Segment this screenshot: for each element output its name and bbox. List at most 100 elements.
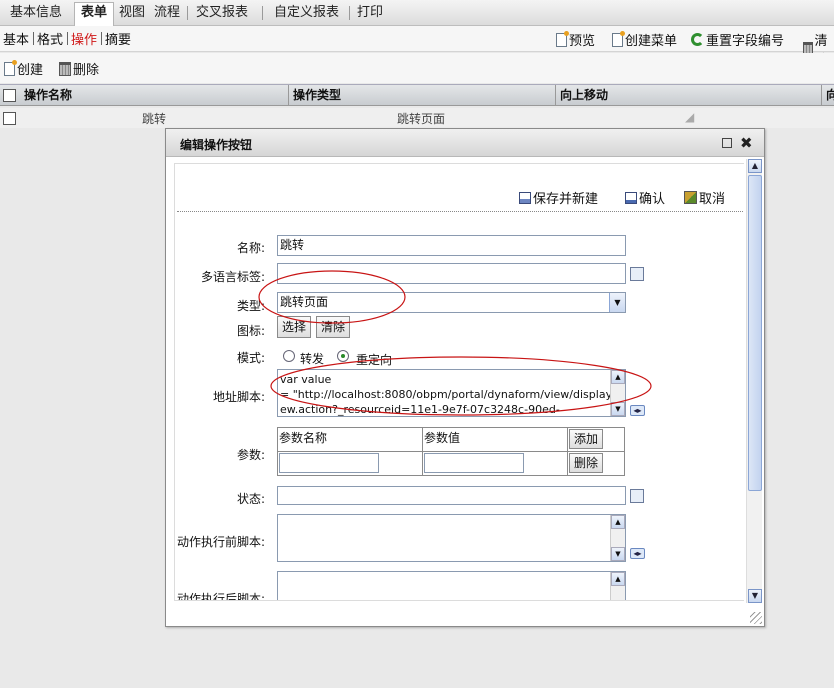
scroll-up-icon[interactable]: ▲ (611, 370, 625, 384)
delete-button[interactable]: 删除 (59, 59, 99, 78)
save-and-new-label: 保存并新建 (533, 192, 599, 207)
tab-flow[interactable]: 流程 (148, 3, 186, 25)
edit-icon[interactable] (630, 489, 644, 503)
subtab-summary[interactable]: 摘要 (105, 29, 131, 48)
textarea-scrollbar[interactable]: ▲ ▼ (610, 515, 625, 561)
edit-operation-dialog: 编辑操作按钮 ✖ 保存并新建 确认 取消 名称: 跳转 多语言标签: 类型: 跳… (165, 128, 765, 627)
icon-select-button[interactable]: 选择 (277, 316, 312, 338)
col-move-up[interactable]: 向上移动 (556, 85, 822, 106)
name-label: 名称: (236, 241, 265, 255)
cancel-button[interactable]: 取消 (684, 188, 725, 207)
subtab-divider (33, 32, 34, 45)
before-script-label: 动作执行前脚本: (176, 535, 265, 549)
after-script-label: 动作执行后脚本: (176, 592, 265, 601)
url-script-line: ew.action?_resourceid=11e1-9e7f-07c3248c… (280, 403, 560, 416)
mode-redirect-label: 重定向 (356, 353, 393, 367)
tab-view[interactable]: 视图 (113, 3, 151, 25)
subtab-divider (101, 32, 102, 45)
subtab-divider (67, 32, 68, 45)
url-script-line: var value (280, 373, 332, 386)
scroll-up-icon[interactable]: ▲ (748, 159, 762, 173)
params-table: 参数名称 参数值 添加 删除 (277, 427, 625, 476)
textarea-scrollbar[interactable]: ▲ (610, 572, 625, 600)
param-value-input[interactable] (424, 453, 524, 473)
col-operation-name[interactable]: 操作名称 (20, 85, 289, 106)
tab-divider (262, 6, 263, 20)
url-script-line: = "http://localhost:8080/obpm/portal/dyn… (280, 388, 623, 401)
params-label: 参数: (236, 448, 265, 462)
param-name-input[interactable] (279, 453, 379, 473)
scroll-up-icon[interactable]: ▲ (611, 572, 625, 586)
scroll-down-icon[interactable]: ▼ (748, 589, 762, 603)
row-checkbox[interactable] (3, 112, 16, 125)
param-add-cell: 添加 (567, 427, 625, 452)
confirm-button[interactable]: 确认 (625, 188, 665, 207)
url-script-textarea[interactable]: var value = "http://localhost:8080/obpm/… (277, 369, 626, 417)
dialog-titlebar[interactable]: 编辑操作按钮 ✖ (166, 129, 764, 157)
param-name-cell (277, 451, 423, 476)
type-select[interactable]: 跳转页面 ▼ (277, 292, 626, 313)
row-operation-name: 跳转 (142, 112, 167, 126)
popout-icon[interactable] (722, 138, 732, 148)
textarea-scrollbar[interactable]: ▲ ▼ (610, 370, 625, 416)
preview-button[interactable]: 预览 (556, 30, 595, 49)
mode-label: 模式: (236, 351, 265, 365)
create-menu-icon (612, 30, 625, 47)
col-operation-type[interactable]: 操作类型 (289, 85, 556, 106)
table-row[interactable]: 跳转 跳转页面 ◢ (0, 108, 834, 128)
expand-editor-icon[interactable]: ◂▸ (630, 548, 645, 559)
tab-custom-report[interactable]: 自定义报表 (268, 3, 345, 25)
param-delete-cell: 删除 (567, 451, 625, 476)
create-menu-button[interactable]: 创建菜单 (612, 30, 677, 49)
mode-redirect-radio[interactable] (337, 350, 349, 362)
tab-print[interactable]: 打印 (351, 3, 389, 25)
sub-tab-bar: 基本 格式 操作 摘要 预览 创建菜单 重置字段编号 清除 (0, 26, 834, 68)
delete-param-button[interactable]: 删除 (569, 453, 604, 473)
confirm-label: 确认 (639, 192, 666, 207)
reset-field-no-label: 重置字段编号 (706, 34, 785, 49)
move-up-icon[interactable]: ◢ (685, 110, 694, 124)
param-name-header: 参数名称 (277, 427, 423, 452)
name-field[interactable]: 跳转 (277, 235, 626, 256)
col-next[interactable]: 向 (822, 85, 834, 106)
tab-divider (349, 6, 350, 20)
tab-cross-report[interactable]: 交叉报表 (190, 3, 254, 25)
save-and-new-button[interactable]: 保存并新建 (519, 188, 598, 207)
subtab-operation[interactable]: 操作 (71, 29, 97, 48)
trash-icon (59, 61, 71, 76)
tab-basic-info[interactable]: 基本信息 (4, 3, 68, 25)
edit-icon[interactable] (630, 267, 644, 281)
dialog-scrollbar[interactable]: ▲ ▼ (746, 159, 762, 603)
new-document-icon (4, 59, 17, 76)
select-all-checkbox[interactable] (3, 89, 16, 102)
expand-editor-icon[interactable]: ◂▸ (630, 405, 645, 416)
chevron-down-icon: ▼ (609, 293, 625, 312)
i18n-field[interactable] (277, 263, 626, 284)
create-button[interactable]: 创建 (4, 59, 43, 78)
divider (177, 211, 743, 212)
preview-label: 预览 (569, 34, 596, 49)
mode-forward-radio[interactable] (283, 350, 295, 362)
icon-clear-button[interactable]: 清除 (316, 316, 351, 338)
resize-grip-icon[interactable] (750, 612, 762, 624)
reset-field-no-button[interactable]: 重置字段编号 (691, 30, 784, 49)
scrollbar-thumb[interactable] (748, 175, 762, 491)
create-label: 创建 (17, 63, 44, 78)
subtab-basic[interactable]: 基本 (3, 29, 29, 48)
before-script-textarea[interactable]: ▲ ▼ (277, 514, 626, 562)
dialog-body: 保存并新建 确认 取消 名称: 跳转 多语言标签: 类型: 跳转页面 ▼ 图标:… (174, 163, 744, 601)
add-param-button[interactable]: 添加 (569, 429, 604, 449)
tab-form[interactable]: 表单 (74, 2, 115, 27)
state-field[interactable] (277, 486, 626, 505)
subtab-format[interactable]: 格式 (37, 29, 63, 48)
close-icon[interactable]: ✖ (740, 134, 753, 152)
confirm-icon (625, 191, 637, 204)
grid-toolbar: 创建 删除 (0, 53, 834, 83)
scroll-up-icon[interactable]: ▲ (611, 515, 625, 529)
url-script-label: 地址脚本: (212, 390, 265, 404)
type-label: 类型: (236, 299, 265, 313)
icon-label: 图标: (236, 324, 265, 338)
scroll-down-icon[interactable]: ▼ (611, 547, 625, 561)
scroll-down-icon[interactable]: ▼ (611, 402, 625, 416)
after-script-textarea[interactable]: ▲ (277, 571, 626, 600)
